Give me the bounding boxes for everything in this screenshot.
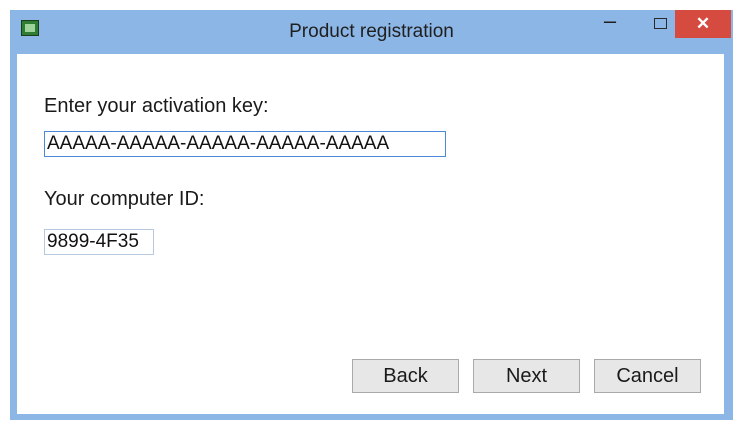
next-button[interactable]: Next bbox=[473, 359, 580, 393]
computer-id-label: Your computer ID: bbox=[44, 188, 205, 210]
maximize-button[interactable] bbox=[646, 10, 674, 38]
background-strip bbox=[500, 0, 736, 10]
close-button[interactable]: ✕ bbox=[675, 10, 731, 38]
window-title: Product registration bbox=[289, 21, 454, 42]
activation-key-input[interactable] bbox=[44, 131, 446, 157]
cancel-button[interactable]: Cancel bbox=[594, 359, 701, 393]
activation-key-label: Enter your activation key: bbox=[44, 95, 269, 117]
minimize-button[interactable]: – bbox=[596, 10, 624, 38]
back-button[interactable]: Back bbox=[352, 359, 459, 393]
registration-window: Product registration – ✕ Enter your acti… bbox=[10, 10, 733, 420]
computer-id-field[interactable] bbox=[44, 229, 154, 255]
dialog-body: Enter your activation key: Your computer… bbox=[17, 54, 724, 414]
title-bar[interactable]: Product registration – ✕ bbox=[10, 10, 733, 54]
